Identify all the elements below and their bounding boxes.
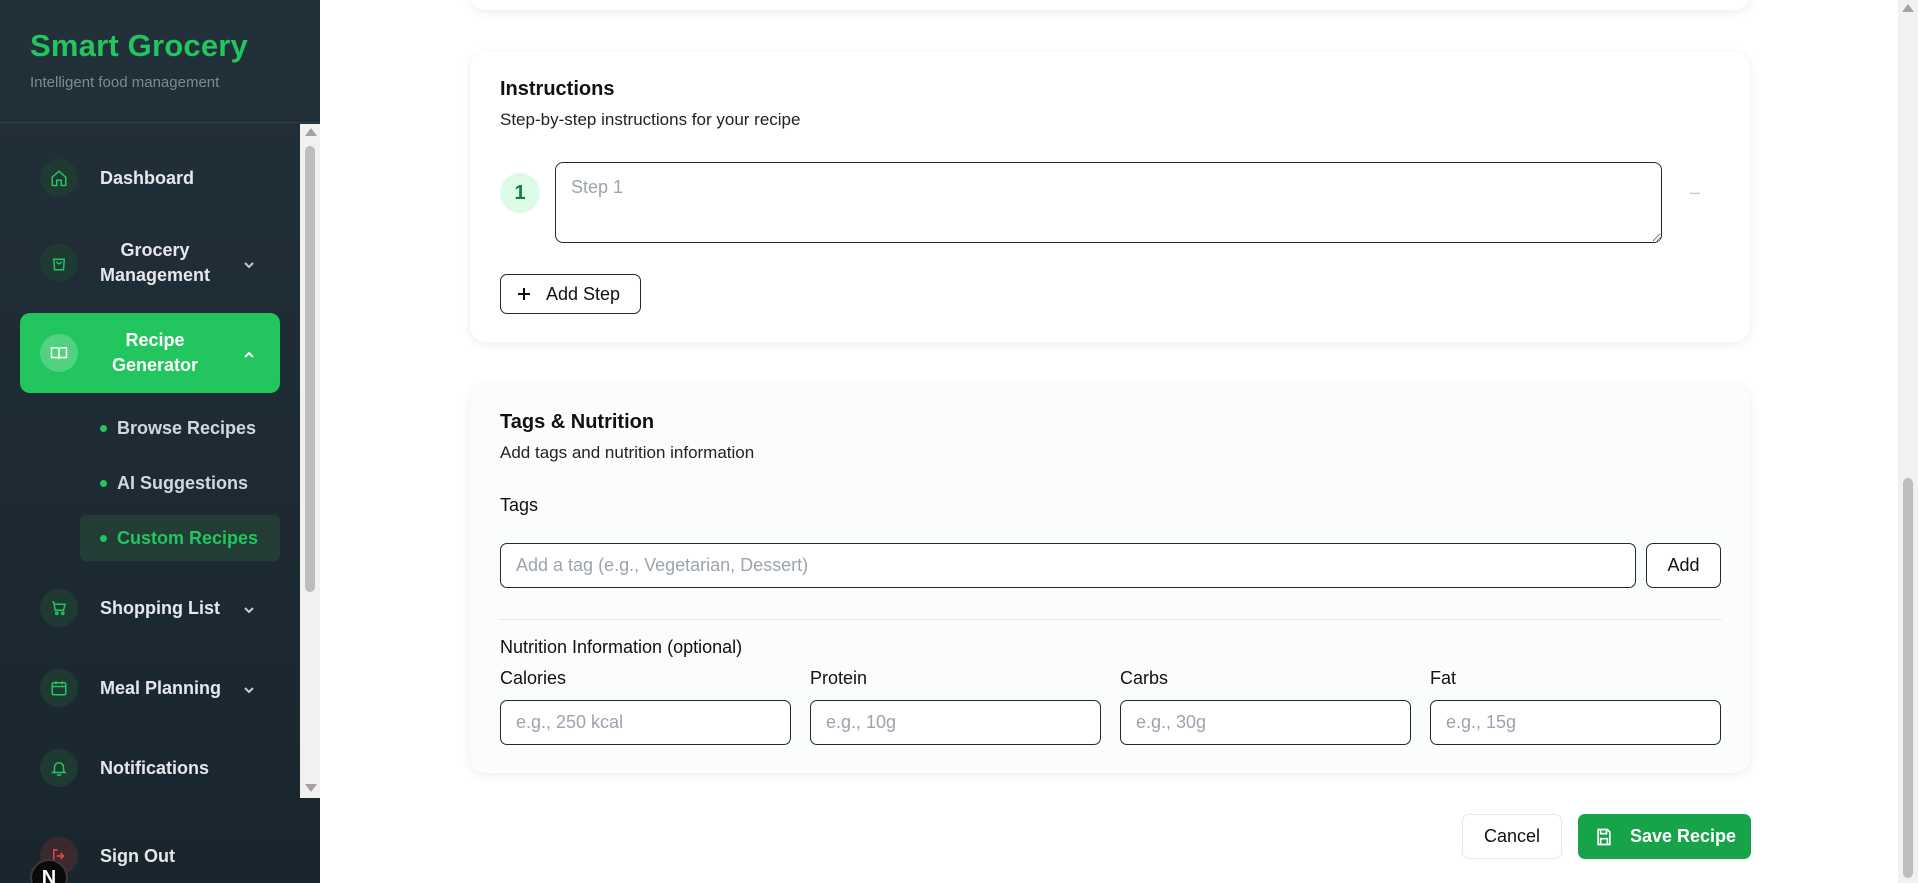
scroll-down-arrow-icon[interactable] xyxy=(305,784,317,792)
carbs-field: Carbs xyxy=(1120,668,1411,745)
sidebar-item-label: Dashboard xyxy=(100,167,195,188)
step-1-input[interactable] xyxy=(555,162,1662,243)
protein-input[interactable] xyxy=(810,700,1101,745)
chevron-down-icon xyxy=(242,681,256,695)
carbs-label: Carbs xyxy=(1120,668,1169,688)
previous-card xyxy=(470,0,1750,10)
sidebar-subitem-label: Custom Recipes xyxy=(117,527,259,548)
sidebar-subitem-browse-recipes[interactable]: Browse Recipes xyxy=(80,405,280,451)
sidebar-subitem-label: Browse Recipes xyxy=(117,417,257,438)
step-number-badge: 1 xyxy=(500,173,540,213)
sidebar: Smart Grocery Intelligent food managemen… xyxy=(0,0,320,883)
brand-subtitle: Intelligent food management xyxy=(30,74,220,91)
tag-input[interactable] xyxy=(500,543,1636,588)
sidebar-item-meal-planning[interactable]: Meal Planning xyxy=(20,668,280,708)
add-step-label: Add Step xyxy=(546,283,621,304)
protein-label: Protein xyxy=(810,668,868,688)
save-icon xyxy=(1594,827,1614,847)
fat-input[interactable] xyxy=(1430,700,1721,745)
tags-nutrition-card: Tags & Nutrition Add tags and nutrition … xyxy=(470,385,1750,773)
add-tag-button[interactable]: Add xyxy=(1646,543,1721,588)
scroll-thumb[interactable] xyxy=(305,146,315,592)
instructions-subtitle: Step-by-step instructions for your recip… xyxy=(500,110,801,129)
calories-label: Calories xyxy=(500,668,567,688)
chevron-down-icon xyxy=(242,601,256,615)
sidebar-item-dashboard[interactable]: Dashboard xyxy=(20,156,280,200)
shopping-bag-icon xyxy=(40,244,78,282)
protein-field: Protein xyxy=(810,668,1101,745)
page-scrollbar[interactable] xyxy=(1898,0,1918,883)
tags-nutrition-title: Tags & Nutrition xyxy=(500,411,655,433)
sidebar-scrollbar[interactable] xyxy=(300,124,320,798)
sidebar-item-label: Shopping List xyxy=(100,597,220,618)
scroll-thumb[interactable] xyxy=(1903,478,1913,878)
instructions-card: Instructions Step-by-step instructions f… xyxy=(470,52,1750,342)
fat-label: Fat xyxy=(1430,668,1457,688)
sidebar-subitem-ai-suggestions[interactable]: AI Suggestions xyxy=(80,460,280,506)
bell-icon xyxy=(40,749,78,787)
bullet-dot xyxy=(100,534,107,542)
sidebar-item-shopping-list[interactable]: Shopping List xyxy=(20,588,280,628)
carbs-input[interactable] xyxy=(1120,700,1411,745)
scroll-up-arrow-icon[interactable] xyxy=(1902,4,1914,12)
brand: Smart Grocery Intelligent food managemen… xyxy=(0,0,320,123)
sidebar-item-label: Notifications xyxy=(100,757,210,778)
cart-icon xyxy=(40,589,78,627)
scroll-up-arrow-icon[interactable] xyxy=(305,128,317,136)
tags-label: Tags xyxy=(500,495,539,515)
save-recipe-label: Save Recipe xyxy=(1630,826,1737,846)
sidebar-subitem-custom-recipes[interactable]: Custom Recipes xyxy=(80,515,280,561)
nutrition-title: Nutrition Information (optional) xyxy=(500,637,743,657)
remove-step-icon[interactable]: – xyxy=(1685,182,1705,202)
bullet-dot xyxy=(100,424,107,432)
sidebar-item-label: Grocery Management xyxy=(99,240,211,285)
chevron-down-icon xyxy=(242,256,256,270)
sign-out-label: Sign Out xyxy=(100,845,175,866)
sidebar-item-notifications[interactable]: Notifications xyxy=(20,748,280,788)
save-recipe-button[interactable]: Save Recipe xyxy=(1578,814,1751,859)
add-step-button[interactable]: Add Step xyxy=(500,274,641,314)
main-content: Instructions Step-by-step instructions f… xyxy=(320,0,1898,883)
plus-icon xyxy=(516,286,532,302)
calories-field: Calories xyxy=(500,668,791,745)
sidebar-item-recipe-generator[interactable]: Recipe Generator xyxy=(20,313,280,393)
cancel-button[interactable]: Cancel xyxy=(1462,814,1562,859)
bullet-dot xyxy=(100,479,107,487)
calendar-icon xyxy=(40,669,78,707)
instructions-title: Instructions xyxy=(500,78,615,100)
sidebar-subitem-label: AI Suggestions xyxy=(117,472,249,493)
fat-field: Fat xyxy=(1430,668,1721,745)
home-icon xyxy=(40,159,78,197)
tags-nutrition-subtitle: Add tags and nutrition information xyxy=(500,443,755,462)
sidebar-item-grocery-management[interactable]: Grocery Management xyxy=(20,238,280,288)
sidebar-item-label: Recipe Generator xyxy=(111,330,199,375)
chevron-up-icon xyxy=(242,346,256,360)
book-open-icon xyxy=(40,334,78,372)
calories-input[interactable] xyxy=(500,700,791,745)
brand-title: Smart Grocery xyxy=(30,28,248,63)
divider xyxy=(500,619,1722,620)
sidebar-item-label: Meal Planning xyxy=(100,677,222,698)
